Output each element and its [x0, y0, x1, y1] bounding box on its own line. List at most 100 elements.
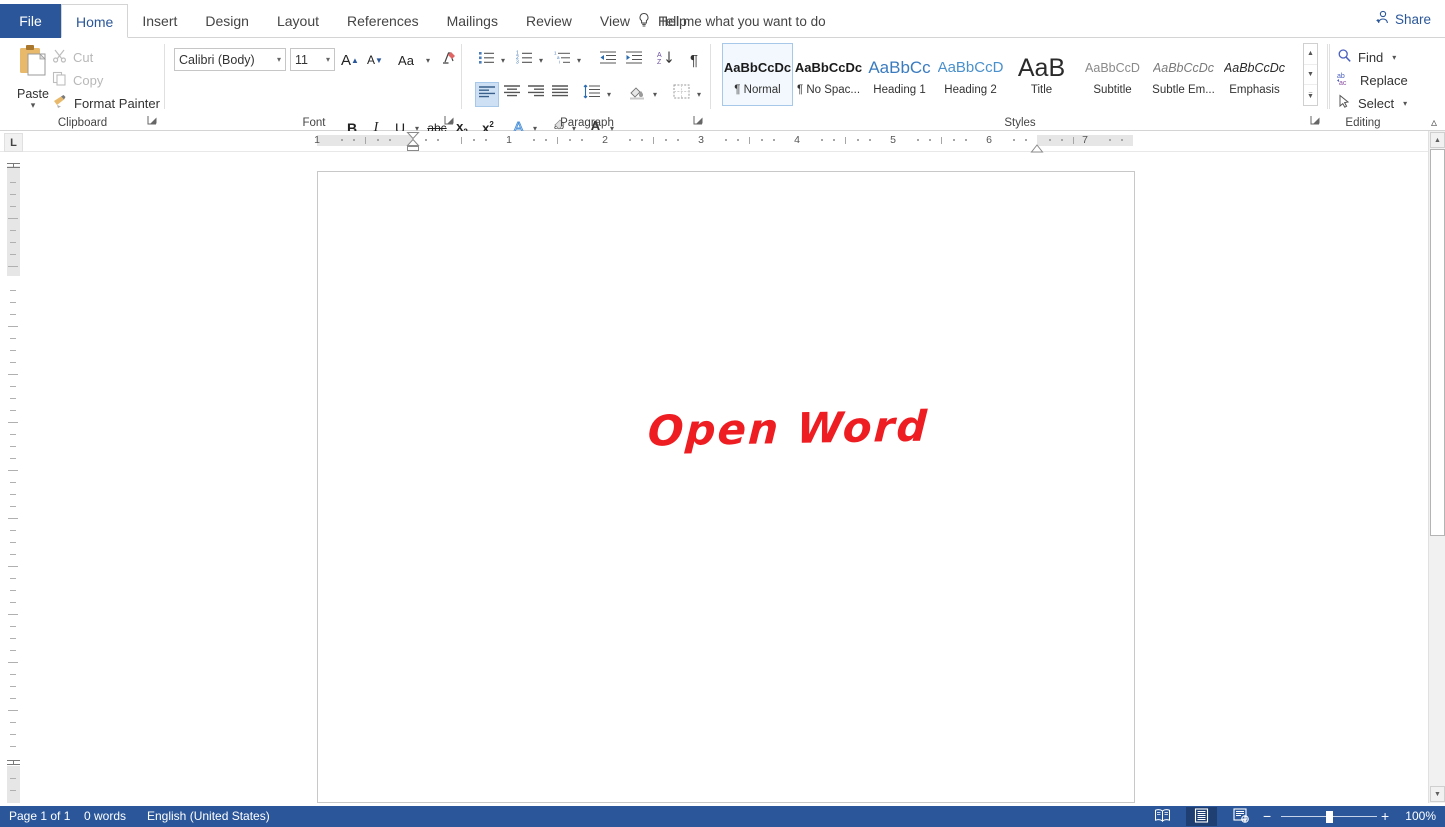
tab-file[interactable]: File — [0, 4, 61, 38]
style-subtle-emphasis[interactable]: AaBbCcDc Subtle Em... — [1148, 43, 1219, 106]
tab-insert[interactable]: Insert — [128, 4, 191, 38]
word-count[interactable]: 0 words — [84, 806, 126, 827]
status-bar: Page 1 of 1 0 words English (United Stat… — [0, 806, 1445, 827]
left-indent-marker[interactable] — [406, 131, 420, 152]
document-page[interactable]: Open Word — [317, 171, 1135, 803]
share-button[interactable]: Share — [1375, 10, 1431, 28]
zoom-level[interactable]: 100% — [1405, 806, 1436, 827]
font-size-box[interactable]: 11 ▾ — [290, 48, 335, 71]
document-area[interactable]: Open Word — [24, 153, 1428, 803]
styles-scroll-down-button[interactable]: ▼ — [1304, 65, 1317, 86]
shrink-font-icon: A — [367, 53, 375, 67]
copy-button[interactable]: Copy — [52, 69, 103, 91]
style-heading-1[interactable]: AaBbCc Heading 1 — [864, 43, 935, 106]
change-case-button[interactable]: Aa — [390, 48, 422, 72]
line-spacing-caret[interactable]: ▾ — [603, 82, 615, 106]
tell-me-box[interactable]: Tell me what you want to do — [637, 4, 826, 38]
borders-button[interactable] — [669, 82, 693, 106]
multilevel-list-caret[interactable]: ▾ — [573, 48, 585, 72]
replace-button[interactable]: abac Replace — [1337, 69, 1408, 91]
change-case-caret[interactable]: ▾ — [422, 48, 434, 72]
numbered-list-button[interactable]: 123 — [513, 48, 535, 72]
style-heading-2[interactable]: AaBbCcD Heading 2 — [935, 43, 1006, 106]
select-caret[interactable]: ▾ — [1403, 99, 1407, 108]
multilevel-list-button[interactable]: 1ai — [551, 48, 573, 72]
top-margin-marker[interactable] — [7, 163, 20, 168]
shrink-font-button[interactable]: A▼ — [363, 48, 387, 72]
sort-button[interactable]: AZ — [653, 48, 677, 72]
bullet-list-button[interactable] — [475, 48, 497, 72]
magnifier-icon — [1337, 48, 1352, 66]
style-title[interactable]: AaB Title — [1006, 43, 1077, 106]
style-normal[interactable]: AaBbCcDc ¶ Normal — [722, 43, 793, 106]
zoom-thumb[interactable] — [1326, 811, 1333, 823]
grow-font-button[interactable]: A▲ — [338, 48, 362, 72]
line-spacing-button[interactable] — [581, 82, 603, 106]
right-indent-marker[interactable] — [1030, 141, 1044, 151]
cut-button[interactable]: Cut — [52, 46, 93, 68]
decrease-indent-button[interactable] — [595, 48, 621, 72]
read-mode-icon — [1154, 808, 1171, 826]
vertical-scrollbar[interactable]: ▲ ▼ — [1428, 131, 1445, 803]
scroll-down-button[interactable]: ▼ — [1430, 786, 1445, 802]
clear-formatting-button[interactable] — [436, 48, 460, 72]
zoom-slider[interactable]: − + — [1263, 806, 1393, 827]
styles-scroll-up-button[interactable]: ▲ — [1304, 44, 1317, 65]
ribbon-group-clipboard: Paste ▾ Cut Copy Format Painter — [0, 38, 165, 131]
find-caret[interactable]: ▾ — [1392, 53, 1396, 62]
chevron-down-icon[interactable]: ▾ — [326, 55, 330, 64]
shading-button[interactable] — [625, 82, 649, 106]
style-subtitle[interactable]: AaBbCcD Subtitle — [1077, 43, 1148, 106]
style-emphasis[interactable]: AaBbCcDc Emphasis — [1219, 43, 1290, 106]
decrease-indent-icon — [599, 50, 617, 70]
scrollbar-thumb[interactable] — [1430, 149, 1445, 536]
page-indicator[interactable]: Page 1 of 1 — [9, 806, 70, 827]
paste-icon — [16, 44, 50, 80]
chevron-down-icon[interactable]: ▾ — [277, 55, 281, 64]
font-name-box[interactable]: Calibri (Body) ▾ — [174, 48, 286, 71]
scroll-up-button[interactable]: ▲ — [1430, 132, 1445, 148]
paste-button[interactable]: Paste ▾ — [12, 44, 54, 122]
zoom-out-button[interactable]: − — [1263, 806, 1271, 827]
style-no-spacing[interactable]: AaBbCcDc ¶ No Spac... — [793, 43, 864, 106]
web-layout-button[interactable] — [1225, 807, 1256, 826]
bullet-list-caret[interactable]: ▾ — [497, 48, 509, 72]
vertical-ruler[interactable] — [4, 158, 23, 803]
language-indicator[interactable]: English (United States) — [147, 806, 270, 827]
justify-button[interactable] — [548, 82, 572, 106]
tab-home[interactable]: Home — [61, 4, 128, 38]
tab-references[interactable]: References — [333, 4, 433, 38]
paste-dropdown-caret[interactable]: ▾ — [12, 101, 54, 110]
align-left-button[interactable] — [475, 82, 499, 107]
tab-review[interactable]: Review — [512, 4, 586, 38]
align-center-button[interactable] — [500, 82, 524, 106]
collapse-ribbon-button[interactable]: ▵ — [1431, 115, 1437, 129]
font-dialog-launcher[interactable] — [444, 115, 456, 127]
borders-caret[interactable]: ▾ — [693, 82, 705, 106]
person-share-icon — [1375, 10, 1390, 28]
tab-design[interactable]: Design — [191, 4, 263, 38]
print-layout-button[interactable] — [1186, 807, 1217, 826]
shading-caret[interactable]: ▾ — [649, 82, 661, 106]
find-button[interactable]: Find ▾ — [1337, 46, 1396, 68]
styles-more-button[interactable]: ─▼ — [1304, 85, 1317, 105]
style-sample: AaBbCcD — [938, 54, 1004, 82]
change-case-icon: Aa — [398, 53, 414, 68]
group-label-styles: Styles — [712, 117, 1328, 129]
horizontal-ruler[interactable]: 1 1 2 3 4 5 6 — [0, 131, 1428, 152]
align-right-button[interactable] — [524, 82, 548, 106]
select-button[interactable]: Select ▾ — [1337, 92, 1407, 114]
show-formatting-marks-button[interactable]: ¶ — [683, 48, 705, 72]
tab-view[interactable]: View — [586, 4, 644, 38]
numbered-list-caret[interactable]: ▾ — [535, 48, 547, 72]
format-painter-button[interactable]: Format Painter — [52, 92, 160, 114]
paragraph-dialog-launcher[interactable] — [693, 115, 705, 127]
tab-mailings[interactable]: Mailings — [433, 4, 512, 38]
read-mode-button[interactable] — [1147, 807, 1178, 826]
tab-stop-selector[interactable]: L — [4, 133, 23, 152]
tab-layout[interactable]: Layout — [263, 4, 333, 38]
zoom-in-button[interactable]: + — [1381, 806, 1389, 827]
bottom-margin-marker[interactable] — [7, 760, 20, 765]
increase-indent-button[interactable] — [621, 48, 647, 72]
clipboard-dialog-launcher[interactable] — [147, 115, 159, 127]
